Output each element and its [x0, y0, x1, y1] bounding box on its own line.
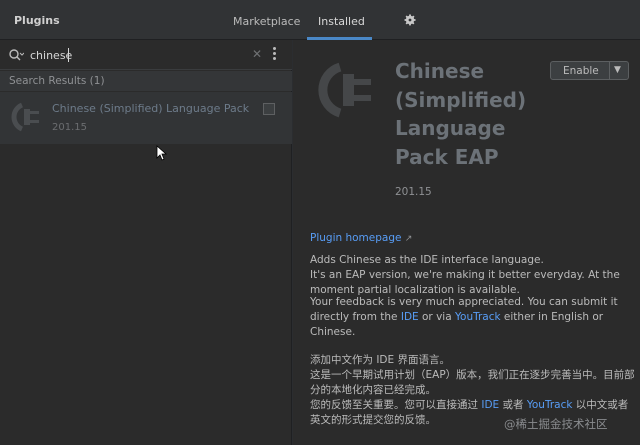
kebab-menu-icon[interactable]	[270, 45, 278, 63]
plugin-title-line: Pack EAP	[395, 144, 499, 169]
external-link-icon: ↗	[404, 234, 413, 244]
plugin-title: Chinese (Simplified) Language Pack EAP	[395, 57, 565, 171]
description-paragraph: Your feedback is very much appreciated. …	[310, 295, 635, 340]
plugin-version: 201.15	[395, 186, 432, 198]
plugin-homepage-link[interactable]: Plugin homepage ↗	[310, 232, 412, 244]
search-bar: ✕	[0, 40, 292, 70]
mouse-cursor-icon	[156, 145, 168, 161]
plugin-homepage-label[interactable]: Plugin homepage	[310, 232, 401, 244]
enable-button-label: Enable	[563, 65, 599, 77]
header-bar: Plugins Marketplace Installed	[0, 0, 640, 40]
search-input[interactable]	[30, 46, 240, 64]
watermark: @稀土掘金技术社区	[504, 417, 608, 431]
plugin-title-line: Language	[395, 116, 506, 140]
description-line: 添加中文作为 IDE 界面语言。	[310, 354, 450, 366]
enable-checkbox[interactable]	[263, 103, 275, 115]
description-text: 或者	[499, 399, 527, 411]
plugin-name: Chinese (Simplified) Language Pack EAP	[52, 102, 252, 115]
plugin-title-line: Chinese	[395, 59, 485, 83]
description-text: 您的反馈至关重要。您可以直接通过	[310, 399, 482, 411]
description-paragraph: It's an EAP version, we're making it bet…	[310, 269, 620, 296]
close-icon[interactable]: ✕	[252, 47, 262, 61]
enable-button[interactable]: Enable ▼	[550, 61, 629, 80]
youtrack-link[interactable]: YouTrack	[527, 399, 573, 411]
list-item[interactable]: Chinese (Simplified) Language Pack EAP 2…	[0, 92, 292, 144]
plug-icon	[11, 102, 39, 132]
page-title: Plugins	[14, 14, 60, 27]
ide-link[interactable]: IDE	[481, 399, 499, 411]
plugin-version: 201.15	[52, 122, 87, 133]
plugin-title-line: (Simplified)	[395, 87, 527, 112]
plugin-list-panel: ✕ Search Results (1) Chinese (Simplified…	[0, 40, 292, 445]
plugin-detail-panel: Chinese (Simplified) Language Pack EAP E…	[293, 40, 640, 445]
search-results-header: Search Results (1)	[0, 71, 292, 91]
description-text: or via	[418, 311, 455, 323]
description-paragraph: 这是一个早期试用计划（EAP）版本，我们正在逐步完善当中。目前部分的本地化内容已…	[310, 369, 635, 396]
plug-icon	[318, 62, 371, 118]
tab-marketplace[interactable]: Marketplace	[233, 15, 300, 28]
tab-installed[interactable]: Installed	[318, 15, 365, 28]
description-line: Adds Chinese as the IDE interface langua…	[310, 254, 544, 266]
gear-icon[interactable]	[403, 13, 417, 27]
chevron-down-icon[interactable]: ▼	[614, 65, 621, 75]
search-icon[interactable]	[8, 48, 24, 62]
button-divider	[609, 62, 610, 79]
text-caret	[68, 48, 69, 62]
youtrack-link[interactable]: YouTrack	[455, 311, 501, 323]
ide-link[interactable]: IDE	[401, 311, 419, 323]
